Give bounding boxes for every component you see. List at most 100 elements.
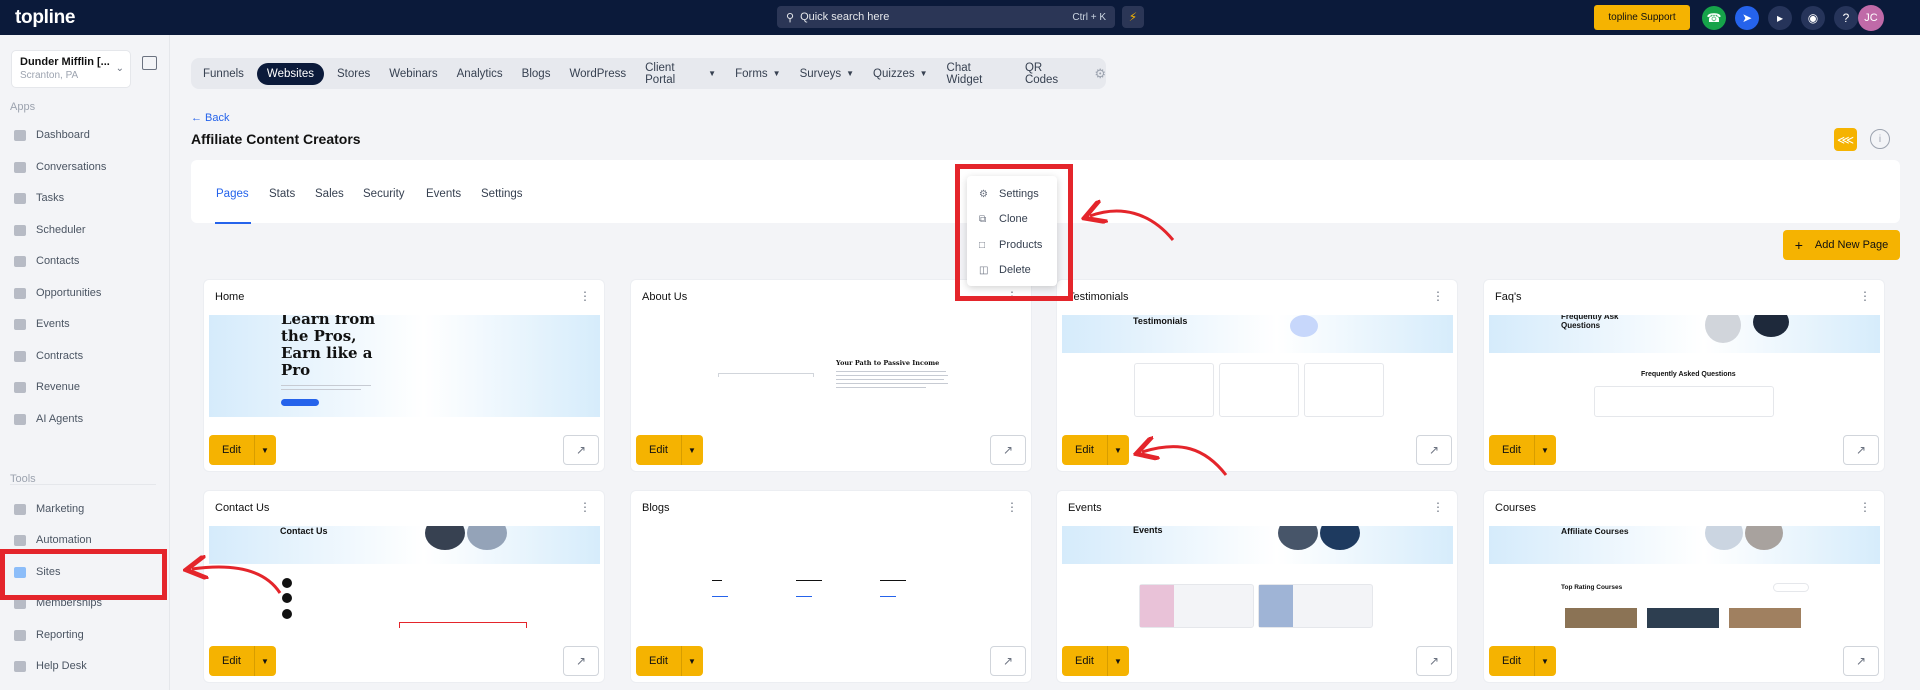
tab-chat-widget[interactable]: Chat Widget xyxy=(947,62,1006,86)
tab-pages[interactable]: Pages xyxy=(216,188,249,200)
external-link-icon[interactable]: ↗ xyxy=(990,435,1026,465)
tab-stores[interactable]: Stores xyxy=(337,68,370,80)
sidebar-item-contacts[interactable]: Contacts xyxy=(14,255,79,267)
tab-analytics[interactable]: Analytics xyxy=(457,68,503,80)
page-preview[interactable]: Events xyxy=(1062,526,1453,628)
chevron-down-icon[interactable]: ▼ xyxy=(1107,646,1122,676)
sidebar-item-dashboard[interactable]: Dashboard xyxy=(14,129,90,141)
gear-icon[interactable]: ⚙ xyxy=(1094,66,1106,82)
help-icon[interactable]: ? xyxy=(1834,6,1858,30)
more-options-icon[interactable]: ⋮ xyxy=(1859,500,1871,514)
page-preview[interactable]: Frequently Ask Questions Frequently Aske… xyxy=(1489,315,1880,417)
support-button[interactable]: topline Support xyxy=(1594,5,1690,30)
sidebar-item-help-desk[interactable]: Help Desk xyxy=(14,660,87,672)
more-options-icon[interactable]: ⋮ xyxy=(579,289,591,303)
top-bar: topline ⚲ Quick search here Ctrl + K ⚡︎ … xyxy=(0,0,1920,35)
more-options-icon[interactable]: ⋮ xyxy=(1006,500,1018,514)
page-card-name: About Us xyxy=(642,291,688,303)
more-options-icon[interactable]: ⋮ xyxy=(1859,289,1871,303)
edit-button[interactable]: Edit ▼ xyxy=(636,646,703,676)
sidebar-collapse-icon[interactable] xyxy=(142,56,157,70)
tab-websites[interactable]: Websites xyxy=(256,62,325,85)
user-avatar[interactable]: JC xyxy=(1858,5,1884,31)
sidebar-item-ai-agents[interactable]: AI Agents xyxy=(14,413,83,425)
chevron-down-icon[interactable]: ▼ xyxy=(681,646,696,676)
page-preview[interactable]: Contact Us xyxy=(209,526,600,628)
account-switcher[interactable]: Dunder Mifflin [... Scranton, PA ⌄ xyxy=(11,50,131,88)
active-tab-indicator xyxy=(215,222,251,224)
page-preview[interactable]: Your Path to Passive Income xyxy=(636,315,1027,417)
sidebar-item-marketing[interactable]: Marketing xyxy=(14,503,84,515)
page-preview[interactable]: Testimonials xyxy=(1062,315,1453,417)
add-new-page-button[interactable]: + Add New Page xyxy=(1783,230,1900,260)
chevron-down-icon[interactable]: ▼ xyxy=(1534,646,1549,676)
tab-events[interactable]: Events xyxy=(426,188,461,200)
chevron-down-icon: ⌄ xyxy=(115,63,124,74)
chevron-down-icon[interactable]: ▼ xyxy=(254,435,269,465)
automation-icon xyxy=(14,534,26,546)
chevron-down-icon[interactable]: ▼ xyxy=(1107,435,1122,465)
more-options-icon[interactable]: ⋮ xyxy=(1432,289,1444,303)
edit-button[interactable]: Edit ▼ xyxy=(1489,435,1556,465)
external-link-icon[interactable]: ↗ xyxy=(990,646,1026,676)
tab-client-portal[interactable]: Client Portal ▼ xyxy=(645,62,716,86)
apps-section-label: Apps xyxy=(10,101,36,113)
page-preview[interactable] xyxy=(636,526,1027,628)
tab-settings[interactable]: Settings xyxy=(481,188,523,200)
sidebar-item-events[interactable]: Events xyxy=(14,318,70,330)
sidebar-item-conversations[interactable]: Conversations xyxy=(14,161,106,173)
page-card-blogs: Blogs ⋮ Edit ▼ ↗ xyxy=(630,490,1032,683)
external-link-icon[interactable]: ↗ xyxy=(563,646,599,676)
chevron-down-icon[interactable]: ▼ xyxy=(254,646,269,676)
external-link-icon[interactable]: ↗ xyxy=(1416,646,1452,676)
tab-forms[interactable]: Forms ▼ xyxy=(735,68,781,80)
back-link[interactable]: ← Back xyxy=(191,112,230,124)
share-icon[interactable]: ⋘ xyxy=(1834,128,1857,151)
lightning-icon[interactable]: ⚡︎ xyxy=(1122,6,1144,28)
rocket-icon[interactable]: ➤ xyxy=(1735,6,1759,30)
tab-stats[interactable]: Stats xyxy=(269,188,295,200)
sidebar-item-revenue[interactable]: Revenue xyxy=(14,381,80,393)
quick-search-input[interactable]: ⚲ Quick search here Ctrl + K xyxy=(777,6,1115,28)
chevron-down-icon: ▼ xyxy=(772,69,781,78)
tab-qr-codes[interactable]: QR Codes xyxy=(1025,62,1075,86)
sidebar-item-reporting[interactable]: Reporting xyxy=(14,629,84,641)
more-options-icon[interactable]: ⋮ xyxy=(579,500,591,514)
edit-button[interactable]: Edit ▼ xyxy=(1489,646,1556,676)
tab-surveys[interactable]: Surveys ▼ xyxy=(800,68,854,80)
sidebar-item-tasks[interactable]: Tasks xyxy=(14,192,64,204)
info-icon[interactable]: i xyxy=(1870,129,1890,149)
page-card-name: Home xyxy=(215,291,245,303)
external-link-icon[interactable]: ↗ xyxy=(1843,435,1879,465)
contacts-icon xyxy=(14,255,26,267)
chevron-down-icon[interactable]: ▼ xyxy=(681,435,696,465)
sidebar-item-scheduler[interactable]: Scheduler xyxy=(14,224,86,236)
edit-button[interactable]: Edit ▼ xyxy=(209,435,276,465)
external-link-icon[interactable]: ↗ xyxy=(1843,646,1879,676)
megaphone-icon[interactable]: ▸ xyxy=(1768,6,1792,30)
tab-quizzes[interactable]: Quizzes ▼ xyxy=(873,68,927,80)
sidebar-item-opportunities[interactable]: Opportunities xyxy=(14,287,101,299)
edit-button[interactable]: Edit ▼ xyxy=(209,646,276,676)
edit-button[interactable]: Edit ▼ xyxy=(1062,646,1129,676)
app-logo[interactable]: topline xyxy=(15,7,75,29)
more-options-icon[interactable]: ⋮ xyxy=(1432,500,1444,514)
tab-security[interactable]: Security xyxy=(363,188,405,200)
tab-funnels[interactable]: Funnels xyxy=(203,68,244,80)
phone-icon[interactable]: ☎ xyxy=(1702,6,1726,30)
external-link-icon[interactable]: ↗ xyxy=(563,435,599,465)
external-link-icon[interactable]: ↗ xyxy=(1416,435,1452,465)
tab-sales[interactable]: Sales xyxy=(315,188,344,200)
tab-wordpress[interactable]: WordPress xyxy=(569,68,626,80)
tab-blogs[interactable]: Blogs xyxy=(522,68,551,80)
chevron-down-icon[interactable]: ▼ xyxy=(1534,435,1549,465)
tab-webinars[interactable]: Webinars xyxy=(389,68,437,80)
bell-icon[interactable]: ◉ xyxy=(1801,6,1825,30)
page-card-name: Courses xyxy=(1495,502,1536,514)
page-preview[interactable]: Learn from the Pros, Earn like a Pro xyxy=(209,315,600,417)
edit-button[interactable]: Edit ▼ xyxy=(636,435,703,465)
sidebar-item-automation[interactable]: Automation xyxy=(14,534,92,546)
sidebar-item-contracts[interactable]: Contracts xyxy=(14,350,83,362)
edit-button[interactable]: Edit ▼ xyxy=(1062,435,1129,465)
page-preview[interactable]: Affiliate Courses Top Rating Courses xyxy=(1489,526,1880,628)
